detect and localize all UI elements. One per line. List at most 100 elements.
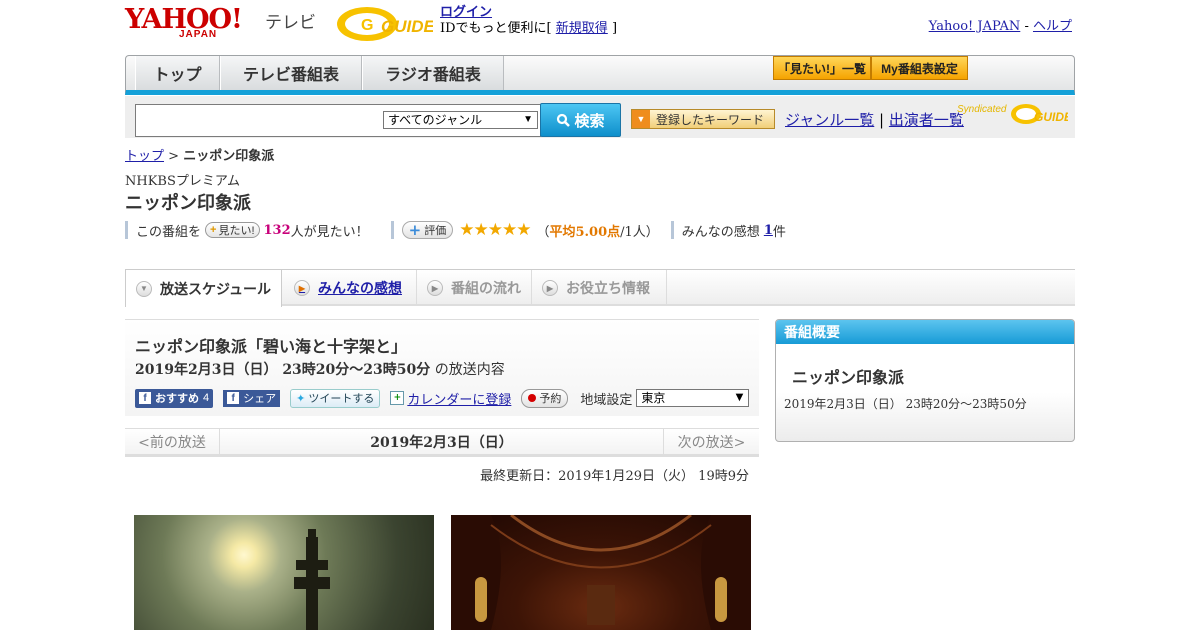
facebook-recommend-button[interactable]: f おすすめ 4 xyxy=(135,388,214,408)
link-divider: | xyxy=(879,111,885,129)
breadcrumb-sep: > xyxy=(168,149,180,164)
page-title: ニッポン印象派 xyxy=(125,193,251,213)
login-link[interactable]: ログイン xyxy=(440,5,492,20)
chevron-down-icon: ▼ xyxy=(523,114,533,125)
top-links: Yahoo! JAPAN - ヘルプ xyxy=(929,15,1072,34)
triangle-down-icon: ▼ xyxy=(632,110,650,128)
facebook-share-button[interactable]: f シェア xyxy=(223,389,281,407)
main-nav: トップ テレビ番組表 ラジオ番組表 「見たい!」一覧 My番組表設定 xyxy=(125,55,1075,95)
reserve-button[interactable]: 予約 xyxy=(521,388,569,408)
tab-program-flow[interactable]: ▶ 番組の流れ xyxy=(417,270,532,306)
episode-time: 2019年2月3日（日） 23時20分～23時50分 xyxy=(135,362,431,378)
region-select[interactable]: 東京 ▼ xyxy=(636,389,750,407)
rating-average: 平均5.00点 xyxy=(549,224,621,240)
rate-button[interactable]: + 評価 xyxy=(401,221,454,239)
link-separator: - xyxy=(1024,19,1029,34)
tab-schedule[interactable]: ▼ 放送スケジュール xyxy=(125,269,282,307)
mitai-label: この番組を xyxy=(136,224,202,240)
facebook-icon: f xyxy=(227,392,240,404)
current-broadcast-date: 2019年2月3日（日） xyxy=(370,435,513,451)
mitai-count: 132 xyxy=(263,222,291,238)
yahoo-japan-link[interactable]: Yahoo! JAPAN xyxy=(929,19,1021,34)
svg-text:G: G xyxy=(361,17,373,34)
play-icon: ▶ xyxy=(294,280,310,296)
program-stats: この番組を + 見たい! 132 人が見たい！ + 評価 ★★★★★ （ 平均5.0… xyxy=(125,220,825,240)
episode-photo-cross xyxy=(134,515,434,630)
yahoo-japan-label: JAPAN xyxy=(179,29,218,40)
episode-box: ニッポン印象派「碧い海と十字架と」 2019年2月3日（日） 23時20分～23… xyxy=(125,319,759,416)
calendar-register[interactable]: + カレンダーに登録 xyxy=(390,389,511,408)
divider xyxy=(125,221,128,239)
episode-title: ニッポン印象派「碧い海と十字架と」 xyxy=(135,339,408,356)
overview-time: 2019年2月3日（日） 23時20分～23時50分 xyxy=(784,397,1027,411)
breadcrumb: トップ > ニッポン印象派 xyxy=(125,145,274,164)
facebook-icon: f xyxy=(139,392,151,404)
play-icon: ▶ xyxy=(427,280,443,296)
help-link[interactable]: ヘルプ xyxy=(1033,19,1072,34)
episode-time-line: 2019年2月3日（日） 23時20分～23時50分 の放送内容 xyxy=(135,359,505,379)
nav-tab-top[interactable]: トップ xyxy=(135,56,220,90)
mitai-list-button[interactable]: 「見たい!」一覧 xyxy=(773,56,871,80)
rating-count: /1人） xyxy=(620,224,659,240)
overview-heading: 番組概要 xyxy=(776,320,1074,344)
episode-time-suffix: の放送内容 xyxy=(434,362,505,378)
header: YAHOO! JAPAN テレビ G GUIDE ログイン IDでもっと便利に[… xyxy=(125,4,1075,50)
keyword-button[interactable]: ▼ 登録したキーワード xyxy=(631,109,775,129)
region-label: 地域設定 xyxy=(580,392,633,408)
divider xyxy=(670,221,674,239)
tweet-button[interactable]: ✦ ツイートする xyxy=(290,388,381,408)
nav-tab-tv-schedule[interactable]: テレビ番組表 xyxy=(220,56,362,90)
search-button[interactable]: 検索 xyxy=(540,103,621,137)
share-row: f おすすめ 4 f シェア ✦ ツイートする + カレンダーに登録 予約 地域設定 … xyxy=(135,388,750,408)
fb-count: 4 xyxy=(203,392,210,404)
chevron-down-icon: ▼ xyxy=(136,280,152,297)
login-block: ログイン IDでもっと便利に[ 新規取得 ] xyxy=(440,5,617,37)
calendar-plus-icon: + xyxy=(390,391,405,405)
mitai-suffix: 人が見たい！ xyxy=(290,224,369,240)
nav-tab-radio-schedule[interactable]: ラジオ番組表 xyxy=(362,56,504,90)
prev-broadcast-link[interactable]: <前の放送 xyxy=(125,429,220,455)
review-label: みんなの感想 xyxy=(681,224,760,240)
channel-name: NHKBSプレミアム xyxy=(125,174,240,189)
play-icon: ▶ xyxy=(542,280,558,296)
broadcast-date-nav: <前の放送 2019年2月3日（日） 次の放送> xyxy=(125,428,759,457)
chevron-down-icon: ▼ xyxy=(735,392,744,403)
my-schedule-button[interactable]: My番組表設定 xyxy=(871,56,968,80)
program-tabs: ▼ 放送スケジュール ▶ みんなの感想 ▶ 番組の流れ ▶ お役立ち情報 xyxy=(125,269,1075,307)
twitter-bird-icon: ✦ xyxy=(296,392,306,405)
overview-title: ニッポン印象派 xyxy=(792,370,905,387)
review-suffix: 件 xyxy=(772,224,786,240)
login-note-end: ] xyxy=(611,21,618,36)
genre-list-link[interactable]: ジャンル一覧 xyxy=(785,111,874,129)
calendar-link[interactable]: カレンダーに登録 xyxy=(407,389,511,408)
next-broadcast-link[interactable]: 次の放送> xyxy=(663,429,759,455)
breadcrumb-current: ニッポン印象派 xyxy=(183,148,275,163)
program-overview-panel: 番組概要 ニッポン印象派 2019年2月3日（日） 23時20分～23時50分 xyxy=(775,319,1075,442)
gguide-logo[interactable]: G GUIDE xyxy=(335,5,433,43)
genre-select[interactable]: すべてのジャンル ▼ xyxy=(383,111,538,129)
svg-text:GUIDE: GUIDE xyxy=(381,17,433,36)
last-updated: 最終更新日：2019年1月29日（火） 19時9分 xyxy=(480,469,749,484)
divider xyxy=(390,221,394,239)
search-row: すべてのジャンル ▼ 検索 ▼ 登録したキーワード ジャンル一覧 | 出演者一覧 S… xyxy=(125,96,1075,138)
tv-label: テレビ xyxy=(265,13,316,32)
plus-icon: + xyxy=(210,224,217,236)
tab-reviews[interactable]: ▶ みんなの感想 xyxy=(282,270,417,306)
syndicated-label: Syndicated xyxy=(957,104,1007,115)
episode-photo-church xyxy=(451,515,751,630)
breadcrumb-top[interactable]: トップ xyxy=(125,149,164,164)
performer-list-link[interactable]: 出演者一覧 xyxy=(889,111,964,129)
register-link[interactable]: 新規取得 xyxy=(556,21,608,36)
plus-icon: + xyxy=(408,221,422,239)
rating-open: （ xyxy=(536,224,550,240)
record-dot-icon xyxy=(528,394,537,402)
login-note: IDでもっと便利に[ xyxy=(440,21,552,36)
search-icon xyxy=(557,113,571,127)
review-count-link[interactable]: 1 xyxy=(764,223,773,238)
rating-stars: ★★★★★ xyxy=(459,220,531,240)
gguide-small-logo: GUIDE xyxy=(1011,104,1068,124)
svg-text:GUIDE: GUIDE xyxy=(1034,110,1068,124)
tab-useful-info[interactable]: ▶ お役立ち情報 xyxy=(532,270,667,306)
mitai-button[interactable]: + 見たい! xyxy=(205,222,260,238)
search-links: ジャンル一覧 | 出演者一覧 xyxy=(785,109,964,130)
